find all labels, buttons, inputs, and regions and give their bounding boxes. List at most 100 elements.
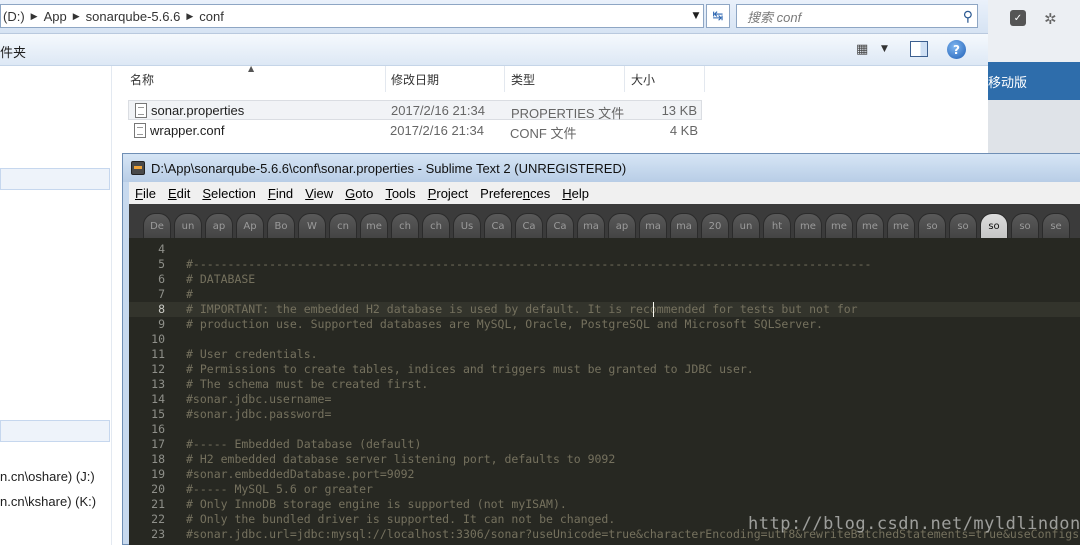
file-tab[interactable]: Ca <box>546 213 574 238</box>
menu-item[interactable]: Find <box>262 186 299 201</box>
code-line[interactable]: 5 #--------------------------------------… <box>129 257 1080 272</box>
code-line[interactable]: 13 # The schema must be created first. <box>129 377 1080 392</box>
column-header-name[interactable]: 名称 <box>124 66 386 92</box>
code-line[interactable]: 4 <box>129 242 1080 257</box>
file-tab[interactable]: me <box>887 213 915 238</box>
code-text: # Only the bundled driver is supported. … <box>186 512 616 526</box>
code-line[interactable]: 19 #sonar.embeddedDatabase.port=9092 <box>129 467 1080 482</box>
code-line[interactable]: 12 # Permissions to create tables, indice… <box>129 362 1080 377</box>
code-line[interactable]: 21 # Only InnoDB storage engine is suppor… <box>129 497 1080 512</box>
preview-pane-icon[interactable] <box>910 41 928 57</box>
address-row: (D:) ▶ App ▶ sonarqube-5.6.6 ▶ conf ▼ ↹ … <box>0 0 988 34</box>
file-tab[interactable]: Ap <box>236 213 264 238</box>
code-line[interactable]: 15 #sonar.jdbc.password= <box>129 407 1080 422</box>
nav-item-network-drive-j[interactable]: n.cn\oshare) (J:) <box>0 469 95 484</box>
code-line[interactable]: 7 # <box>129 287 1080 302</box>
column-header-type[interactable]: 类型 <box>505 66 625 92</box>
file-tab[interactable]: me <box>794 213 822 238</box>
code-line[interactable]: 16 <box>129 422 1080 437</box>
code-editor[interactable]: 4 5 #-------------------------------------… <box>129 238 1080 545</box>
file-icon <box>134 123 146 138</box>
chevron-right-icon[interactable]: ▶ <box>73 11 80 22</box>
address-segment-drive[interactable]: (D:) <box>3 9 25 24</box>
code-line[interactable]: 14 #sonar.jdbc.username= <box>129 392 1080 407</box>
view-options-icon[interactable]: ▦ <box>856 42 868 57</box>
search-icon[interactable]: ⚲ <box>963 8 973 25</box>
file-tab[interactable]: Ca <box>484 213 512 238</box>
browser-toolbar: ✓ ✲ <box>988 0 1080 62</box>
code-line[interactable]: 9 # production use. Supported databases a… <box>129 317 1080 332</box>
file-tab[interactable]: cn <box>329 213 357 238</box>
file-tab[interactable]: so <box>918 213 946 238</box>
code-line[interactable]: 18 # H2 embedded database server listenin… <box>129 452 1080 467</box>
file-tab[interactable]: ma <box>577 213 605 238</box>
menu-item[interactable]: Help <box>556 186 595 201</box>
line-number: 14 <box>151 392 165 406</box>
file-row[interactable]: wrapper.conf 2017/2/16 21:34 CONF 文件 4 K… <box>128 121 702 141</box>
code-line[interactable]: 11 # User credentials. <box>129 347 1080 362</box>
file-tab[interactable]: so <box>949 213 977 238</box>
address-segment-sonarqube[interactable]: sonarqube-5.6.6 <box>86 9 181 24</box>
file-tab[interactable]: se <box>1042 213 1070 238</box>
menu-item[interactable]: View <box>299 186 339 201</box>
code-line[interactable]: 17 #----- Embedded Database (default) <box>129 437 1080 452</box>
menu-item[interactable]: Project <box>422 186 474 201</box>
mobile-version-banner[interactable]: 移动版 <box>988 62 1080 100</box>
file-tab[interactable]: De <box>143 213 171 238</box>
file-tab[interactable]: Ca <box>515 213 543 238</box>
chevron-down-icon[interactable]: ▼ <box>881 44 888 54</box>
code-line[interactable]: 6 # DATABASE <box>129 272 1080 287</box>
file-tab[interactable]: ch <box>391 213 419 238</box>
file-tab[interactable]: Bo <box>267 213 295 238</box>
file-tab[interactable]: so <box>1011 213 1039 238</box>
address-segment-app[interactable]: App <box>44 9 67 24</box>
file-tab[interactable]: W <box>298 213 326 238</box>
search-input[interactable]: 搜索 conf ⚲ <box>736 4 978 28</box>
nav-selected-item[interactable] <box>0 168 110 190</box>
line-number: 13 <box>151 377 165 391</box>
file-tab[interactable]: me <box>825 213 853 238</box>
file-tab[interactable]: ap <box>608 213 636 238</box>
file-tab[interactable]: ch <box>422 213 450 238</box>
menu-item[interactable]: Goto <box>339 186 379 201</box>
address-dropdown-icon[interactable]: ▼ <box>688 4 704 28</box>
menu-item[interactable]: Preferences <box>474 186 556 201</box>
file-tab[interactable]: me <box>360 213 388 238</box>
file-tab[interactable]: ap <box>205 213 233 238</box>
menu-item[interactable]: Tools <box>379 186 421 201</box>
title-bar[interactable]: D:\App\sonarqube-5.6.6\conf\sonar.proper… <box>123 154 1080 182</box>
refresh-icon[interactable]: ↹ <box>706 4 730 28</box>
watermark: http://blog.csdn.net/myldlindong <box>748 514 1080 534</box>
address-segment-conf[interactable]: conf <box>199 9 224 24</box>
file-row[interactable]: sonar.properties 2017/2/16 21:34 PROPERT… <box>128 100 702 121</box>
column-header-size[interactable]: 大小 <box>625 66 705 92</box>
menu-item[interactable]: File <box>129 186 162 201</box>
file-tab[interactable]: ma <box>639 213 667 238</box>
chevron-right-icon[interactable]: ▶ <box>31 11 38 22</box>
menu-item[interactable]: Selection <box>196 186 261 201</box>
file-tab[interactable]: ht <box>763 213 791 238</box>
file-tab[interactable]: Us <box>453 213 481 238</box>
file-tab[interactable]: un <box>174 213 202 238</box>
column-header-modified[interactable]: 修改日期 <box>385 66 505 92</box>
code-text: #sonar.embeddedDatabase.port=9092 <box>186 467 415 481</box>
menu-item[interactable]: Edit <box>162 186 196 201</box>
code-line[interactable]: 8 # IMPORTANT: the embedded H2 database i… <box>129 302 1080 317</box>
address-bar[interactable]: (D:) ▶ App ▶ sonarqube-5.6.6 ▶ conf <box>0 4 704 28</box>
file-tab[interactable]: un <box>732 213 760 238</box>
code-line[interactable]: 20 #----- MySQL 5.6 or greater <box>129 482 1080 497</box>
file-tab[interactable]: me <box>856 213 884 238</box>
nav-item-network-drive-k[interactable]: n.cn\kshare) (K:) <box>0 494 96 509</box>
file-tab[interactable]: 20 <box>701 213 729 238</box>
help-icon[interactable]: ? <box>947 40 966 59</box>
code-line[interactable]: 10 <box>129 332 1080 347</box>
file-tab[interactable]: so <box>980 213 1008 238</box>
file-tab[interactable]: ma <box>670 213 698 238</box>
line-number: 17 <box>151 437 165 451</box>
bug-icon[interactable]: ✲ <box>1044 10 1057 28</box>
new-folder-button[interactable]: 件夹 <box>0 42 26 61</box>
pocket-icon[interactable]: ✓ <box>1010 10 1026 26</box>
nav-selected-item[interactable] <box>0 420 110 442</box>
menu-text: ile <box>142 185 156 201</box>
chevron-right-icon[interactable]: ▶ <box>186 11 193 22</box>
